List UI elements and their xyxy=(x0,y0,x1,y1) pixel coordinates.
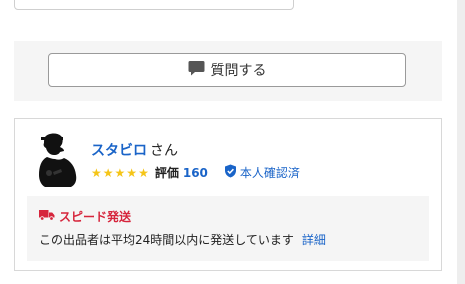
previous-input-box xyxy=(14,0,294,10)
shipping-info: スピード発送 この出品者は平均24時間以内に発送しています 詳細 xyxy=(27,196,429,261)
shipping-detail-link[interactable]: 詳細 xyxy=(302,231,326,248)
rating-row: ★ ★ ★ ★ ★ 評価 160 本人確認済 xyxy=(91,164,300,181)
seller-name-suffix: さん xyxy=(150,143,178,159)
seller-card: スタビロ さん ★ ★ ★ ★ ★ 評価 160 本人確認済 スピード発送 この… xyxy=(14,118,442,271)
verified-badge: 本人確認済 xyxy=(224,164,300,181)
shipping-description-text: この出品者は平均24時間以内に発送しています xyxy=(39,233,294,247)
seller-name-row: スタビロ さん xyxy=(91,140,178,160)
star-icon: ★ xyxy=(138,165,149,180)
star-icon: ★ xyxy=(102,165,114,180)
speech-bubble-icon xyxy=(188,60,205,80)
seller-avatar[interactable] xyxy=(35,131,79,189)
verified-label: 本人確認済 xyxy=(239,166,300,180)
ask-question-button[interactable]: 質問する xyxy=(48,53,406,87)
scrollbar[interactable] xyxy=(457,0,465,284)
seller-name-link[interactable]: スタビロ xyxy=(91,140,147,160)
rating-stars: ★ ★ ★ ★ ★ xyxy=(91,167,149,179)
rating-label: 評価 xyxy=(154,166,179,180)
star-icon: ★ xyxy=(114,165,126,180)
rating-count-link[interactable]: 160 xyxy=(183,166,208,180)
shipping-description: この出品者は平均24時間以内に発送しています 詳細 xyxy=(39,231,326,248)
truck-icon xyxy=(39,209,55,224)
shield-check-icon xyxy=(224,164,237,181)
shipping-title: スピード発送 xyxy=(39,208,131,225)
star-icon: ★ xyxy=(91,165,102,180)
star-icon: ★ xyxy=(126,165,138,180)
shipping-title-label: スピード発送 xyxy=(59,210,132,224)
ask-question-label: 質問する xyxy=(210,63,267,79)
question-section: 質問する xyxy=(14,41,442,101)
